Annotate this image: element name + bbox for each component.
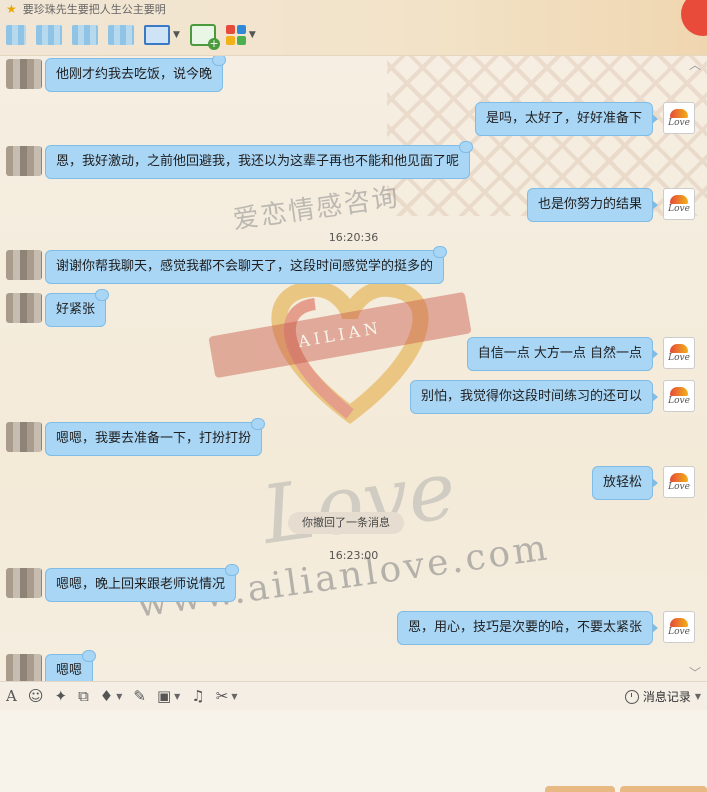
contact-thumb[interactable] [6, 25, 26, 45]
avatar[interactable]: Love [663, 337, 695, 369]
avatar[interactable] [6, 654, 42, 681]
apps-icon [225, 25, 246, 45]
window-title: 要珍珠先生要把人生公主要明 [22, 3, 166, 16]
message-bubble: 放轻松 [591, 466, 659, 500]
window-header: ★ 要珍珠先生要把人生公主要明 ▼ ▼ [0, 0, 707, 56]
avatar[interactable]: Love [663, 102, 695, 134]
chevron-down-icon[interactable]: ▼ [116, 692, 122, 701]
avatar[interactable]: Love [663, 611, 695, 643]
message-bubble: 也是你努力的结果 [526, 188, 659, 222]
voice-icon[interactable]: ♦ [100, 688, 113, 704]
message-bubble: 他刚才约我去吃饭，说今晚 [45, 56, 227, 92]
avatar[interactable]: Love [663, 188, 695, 220]
history-label: 消息记录 [642, 690, 691, 704]
timestamp: 16:20:36 [328, 231, 379, 244]
chat-log[interactable]: 爱恋情感咨询 AILIAN Love www.ailianlove.com ︿ … [0, 56, 707, 681]
watermark-title: 爱恋情感咨询 [231, 182, 402, 236]
avatar[interactable]: Love [663, 380, 695, 412]
timestamp: 16:23:00 [328, 549, 379, 562]
chevron-down-icon: ▼ [694, 692, 701, 701]
star-icon[interactable]: ★ [6, 3, 17, 15]
magic-icon[interactable]: ✦ [54, 688, 67, 704]
title-row: ★ 要珍珠先生要把人生公主要明 [6, 2, 166, 16]
avatar[interactable] [6, 568, 42, 598]
message-bubble: 嗯嗯，晚上回来跟老师说情况 [45, 564, 240, 602]
input-toolbar: A ☺ ✦ ⧉ ♦ ▼ ✎ ▣ ▼ ♫ ✂ ▼ 消息记录 ▼ [0, 681, 707, 710]
screenshot-icon[interactable]: ⧉ [78, 688, 89, 704]
scissors-icon[interactable]: ✂ [216, 688, 229, 704]
message-input[interactable] [0, 710, 707, 792]
message-bubble: 恩，用心，技巧是次要的哈，不要太紧张 [396, 611, 659, 645]
contact-thumb[interactable] [36, 25, 62, 45]
clock-icon [624, 689, 639, 704]
music-icon[interactable]: ♫ [191, 688, 204, 704]
history-button[interactable]: 消息记录 ▼ [624, 688, 701, 705]
chevron-down-icon: ▼ [248, 30, 256, 40]
avatar[interactable] [6, 293, 42, 323]
contact-thumb[interactable] [108, 25, 134, 45]
avatar[interactable]: Love [663, 466, 695, 498]
edit-icon[interactable]: ✎ [133, 688, 146, 704]
avatar[interactable] [6, 59, 42, 89]
contact-thumb[interactable] [72, 25, 98, 45]
avatar[interactable] [6, 250, 42, 280]
close-button[interactable] [545, 786, 615, 792]
avatar[interactable] [6, 422, 42, 452]
top-toolbar: ▼ ▼ [6, 24, 256, 50]
recall-notice: 你撤回了一条消息 [288, 512, 404, 534]
message-bubble: 谢谢你帮我聊天，感觉我都不会聊天了，这段时间感觉学的挺多的 [45, 246, 448, 284]
image-icon[interactable]: ▣ [157, 688, 171, 704]
scroll-down-icon[interactable]: ﹀ [689, 664, 701, 681]
scroll-up-icon[interactable]: ︿ [689, 56, 701, 73]
video-call-icon [144, 25, 170, 45]
message-bubble: 嗯嗯，我要去准备一下，打扮打扮 [45, 418, 266, 456]
apps-button[interactable]: ▼ [225, 25, 256, 45]
emoji-icon[interactable]: ☺ [28, 688, 44, 704]
message-bubble: 自信一点 大方一点 自然一点 [466, 337, 659, 371]
message-bubble: 嗯嗯 [45, 650, 97, 681]
chevron-down-icon[interactable]: ▼ [174, 692, 180, 701]
avatar[interactable] [6, 146, 42, 176]
message-bubble: 是吗，太好了，好好准备下 [474, 102, 659, 136]
send-button[interactable] [620, 786, 707, 792]
chevron-down-icon: ▼ [173, 30, 180, 40]
add-chat-icon[interactable] [189, 24, 220, 50]
chevron-down-icon[interactable]: ▼ [231, 692, 237, 701]
message-bubble: 好紧张 [45, 289, 110, 327]
message-bubble: 恩，我好激动，之前他回避我，我还以为这辈子再也不能和他见面了呢 [45, 141, 474, 179]
video-call-button[interactable]: ▼ [144, 25, 180, 45]
message-bubble: 别怕，我觉得你这段时间练习的还可以 [409, 380, 659, 414]
font-icon[interactable]: A [6, 688, 17, 704]
input-tools: A ☺ ✦ ⧉ ♦ ▼ ✎ ▣ ▼ ♫ ✂ ▼ [6, 688, 238, 704]
close-icon[interactable] [681, 0, 707, 36]
